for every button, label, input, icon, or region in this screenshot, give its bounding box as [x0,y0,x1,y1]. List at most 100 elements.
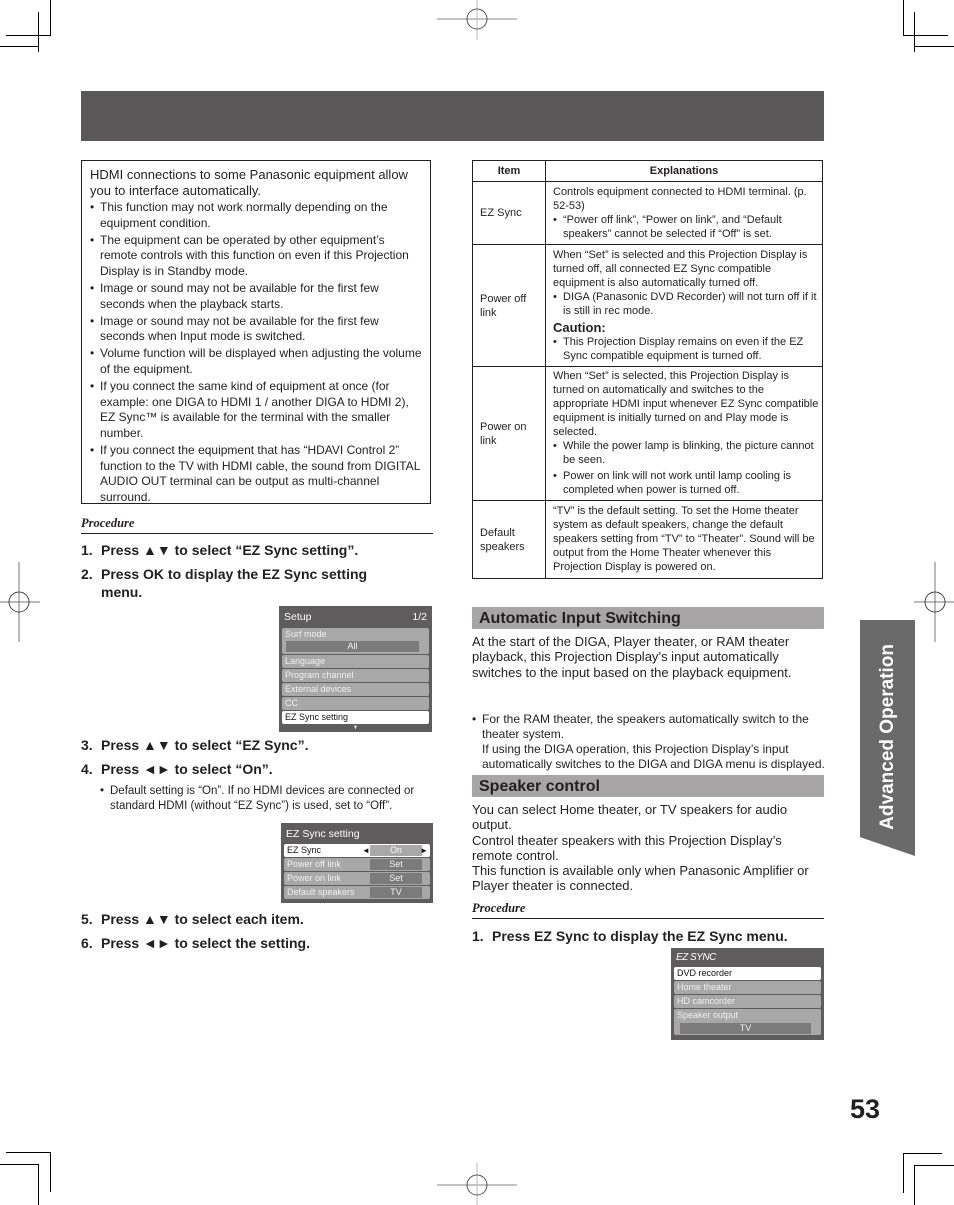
row-item: Power on link [472,366,546,501]
procedure-label: Procedure [472,901,526,915]
section-heading-automatic-input-switching: Automatic Input Switching [472,607,824,629]
registration-mark-left [0,562,40,642]
menu-item-language[interactable]: Language [282,655,429,668]
note-item: If you connect the same kind of equipmen… [90,379,422,441]
crop-mark [6,1152,51,1153]
step-4-note: Default setting is “On”. If no HDMI devi… [100,784,445,815]
notes-box: HDMI connections to some Panasonic equip… [81,160,431,504]
row-explanation: When “Set” is selected, this Projection … [545,366,823,501]
setting-label: Power off link [287,859,341,869]
crop-mark [0,46,38,47]
crop-mark [914,1165,915,1205]
menu-item-program-channel[interactable]: Program channel [282,669,429,682]
step-6: 6. Press ◄► to select the setting. [81,934,433,952]
setting-value: TV [370,887,422,898]
side-tab-advanced-operation: Advanced Operation [860,620,915,856]
step-text: Press ◄► to select the setting. [101,935,310,951]
ez-sync-setting-menu: EZ Sync setting EZ Sync ◄ On ► Power off… [281,823,433,903]
row-item: Default speakers [472,500,546,579]
crop-mark [38,1164,39,1205]
crop-mark [50,0,51,36]
registration-mark-top [437,0,517,40]
explanation-bullet: DIGA (Panasonic DVD Recorder) will not t… [553,290,820,318]
column-header-item: Item [472,160,546,182]
procedure-label: Procedure [81,516,135,530]
procedure-divider [472,918,824,919]
notes-intro: HDMI connections to some Panasonic equip… [90,167,408,198]
setting-row-ez-sync[interactable]: EZ Sync ◄ On ► [284,844,430,857]
step-number: 1. [81,542,93,558]
ez-sync-item-dvd-recorder[interactable]: DVD recorder [674,967,821,980]
column-header-explanations: Explanations [545,160,823,182]
auto-input-bullet-text: For the RAM theater, the speakers automa… [482,711,809,741]
explanation-text: When “Set” is selected and this Projecti… [553,248,808,289]
menu-item-surf-mode[interactable]: Surf mode All [282,628,429,654]
crop-mark [903,1153,904,1193]
menu-item-cc[interactable]: CC [282,697,429,710]
crop-mark [903,0,904,36]
header-bar [81,91,824,141]
step-text: Press OK to display the EZ Sync setting … [101,566,368,600]
step-number: 3. [81,737,93,753]
explanation-text: Controls equipment connected to HDMI ter… [553,185,807,212]
step-text: Press ◄► to select “On”. [101,761,273,777]
notes-list: This function may not work normally depe… [90,200,422,505]
explanations-table: Item Explanations EZ Sync Controls equip… [472,160,823,579]
arrow-left-icon[interactable]: ◄ [362,844,370,857]
speaker-step-1: 1. Press EZ Sync to display the EZ Sync m… [472,927,824,945]
setup-menu-header: Setup 1/2 [282,608,429,628]
setting-row-default-speakers[interactable]: Default speakers TV [284,886,430,899]
note-item: Volume function will be displayed when a… [90,346,422,377]
setting-row-power-off-link[interactable]: Power off link Set [284,858,430,871]
note-item: If you connect the equipment that has “H… [90,443,422,505]
row-explanation: When “Set” is selected and this Projecti… [545,244,823,367]
explanation-text: When “Set” is selected, this Projection … [553,370,819,438]
table-row: Default speakers “TV” is the default set… [472,500,823,579]
explanation-bullet: “Power off link”, “Power on link”, and “… [553,213,820,241]
menu-item-ez-sync-setting[interactable]: EZ Sync setting [282,711,429,724]
table-row: Power on link When “Set” is selected, th… [472,366,823,501]
explanation-bullet: Power on link will not work until lamp c… [553,469,820,497]
table-header-row: Item Explanations [472,160,823,182]
step-text: Press EZ Sync to display the EZ Sync men… [492,928,788,944]
step-1: 1. Press ▲▼ to select “EZ Sync setting”. [81,541,433,559]
explanation-bullet: While the power lamp is blinking, the pi… [553,439,820,467]
page-number: 53 [850,1094,881,1124]
step-5: 5. Press ▲▼ to select each item. [81,910,433,928]
speaker-control-body: You can select Home theater, or TV speak… [472,802,824,894]
table-row: EZ Sync Controls equipment connected to … [472,181,823,245]
ez-sync-item-speaker-output[interactable]: Speaker output TV [674,1009,821,1035]
ez-sync-logo: EZ SYNC [676,952,716,963]
row-explanation: Controls equipment connected to HDMI ter… [545,181,823,245]
caution-bullet: This Projection Display remains on even … [553,335,820,363]
auto-input-bullet-continued: If using the DIGA operation, this Projec… [482,742,825,772]
registration-mark-bottom [437,1163,517,1205]
crop-mark [6,35,51,36]
scroll-down-icon[interactable]: ▼ [282,725,429,732]
table-row: Power off link When “Set” is selected an… [472,244,823,367]
step-2: 2. Press OK to display the EZ Sync settin… [81,565,411,601]
step-number: 4. [81,761,93,777]
registration-mark-right [914,562,954,642]
setting-row-power-on-link[interactable]: Power on link Set [284,872,430,885]
ez-sync-item-hd-camcorder[interactable]: HD camcorder [674,995,821,1008]
step-number: 5. [81,911,93,927]
menu-item-external-devices[interactable]: External devices [282,683,429,696]
menu-item-value: All [286,641,419,652]
arrow-right-icon[interactable]: ► [420,844,428,857]
speaker-control-line: You can select Home theater, or TV speak… [472,802,788,833]
step-text: Press ▲▼ to select “EZ Sync”. [101,737,309,753]
caution-label: Caution: [553,319,606,335]
note-item: This function may not work normally depe… [90,200,422,231]
auto-input-bullet: For the RAM theater, the speakers automa… [472,712,834,773]
setup-menu: Setup 1/2 Surf mode All Language Program… [279,606,432,732]
row-explanation: “TV” is the default setting. To set the … [545,500,823,579]
row-item: Power off link [472,244,546,367]
ez-sync-setting-title: EZ Sync setting [286,828,360,840]
setup-menu-title: Setup [284,611,312,623]
crop-mark [903,35,948,36]
row-item: EZ Sync [472,181,546,245]
ez-sync-item-home-theater[interactable]: Home theater [674,981,821,994]
crop-mark [914,12,915,52]
setting-value: Set [370,859,422,870]
